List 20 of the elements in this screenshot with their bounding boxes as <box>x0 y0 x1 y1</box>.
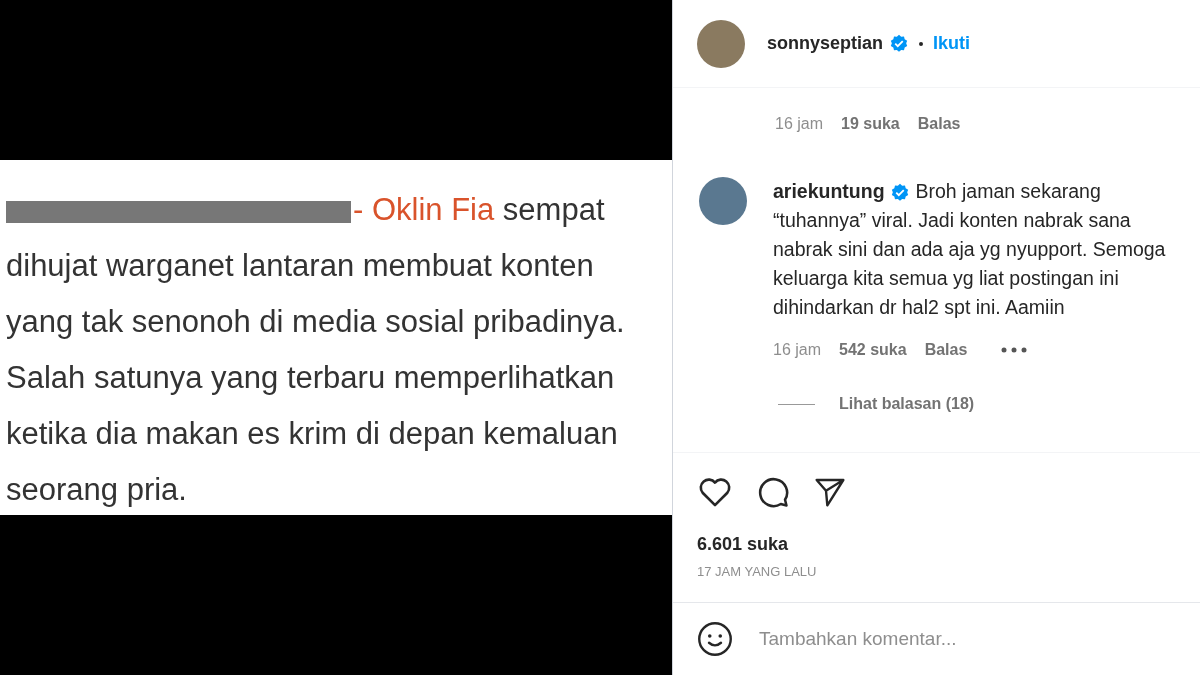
post-time: 17 JAM YANG LALU <box>697 563 818 581</box>
username[interactable]: sonnyseptian <box>767 30 884 57</box>
avatar[interactable] <box>699 177 747 225</box>
more-icon[interactable] <box>1001 347 1028 353</box>
comment-time: 16 jam <box>775 114 824 134</box>
share-icon[interactable] <box>813 476 847 508</box>
heart-icon[interactable] <box>697 476 733 508</box>
reply-link[interactable]: Balas <box>917 112 961 136</box>
avatar[interactable] <box>697 19 745 68</box>
comment-text: ariekuntung Broh jaman sekarang “tuhannya” viral. Jadi konten nabrak sana nabrak sini dan ada aja yg nyupport. Semoga keluarga kita semua yg liat postingan ini dihindarkan dr hal2 spt ini. Aamiin <box>773 179 1167 320</box>
emoji-icon[interactable] <box>697 621 733 657</box>
follow-link[interactable]: Ikuti <box>933 30 971 57</box>
comment-field[interactable]: Tambahkan komentar... <box>759 624 1176 654</box>
article-paragraph: - Oklin Fia sempat dihujat warganet lantaran membuat konten yang tak senonoh di media sosial pribadinya. Salah satunya yang terbaru memperlihatkan ketika dia makan es krim di depan kemaluan seorang pria. <box>6 191 626 509</box>
comment-likes[interactable]: 19 suka <box>841 112 900 136</box>
reply-link[interactable]: Balas <box>924 338 968 362</box>
view-replies-link[interactable]: Lihat balasan (18) <box>839 392 975 416</box>
comment-likes[interactable]: 542 suka <box>839 338 907 362</box>
like-count[interactable]: 6.601 suka <box>697 531 1176 558</box>
comment-time: 16 jam <box>773 340 822 360</box>
